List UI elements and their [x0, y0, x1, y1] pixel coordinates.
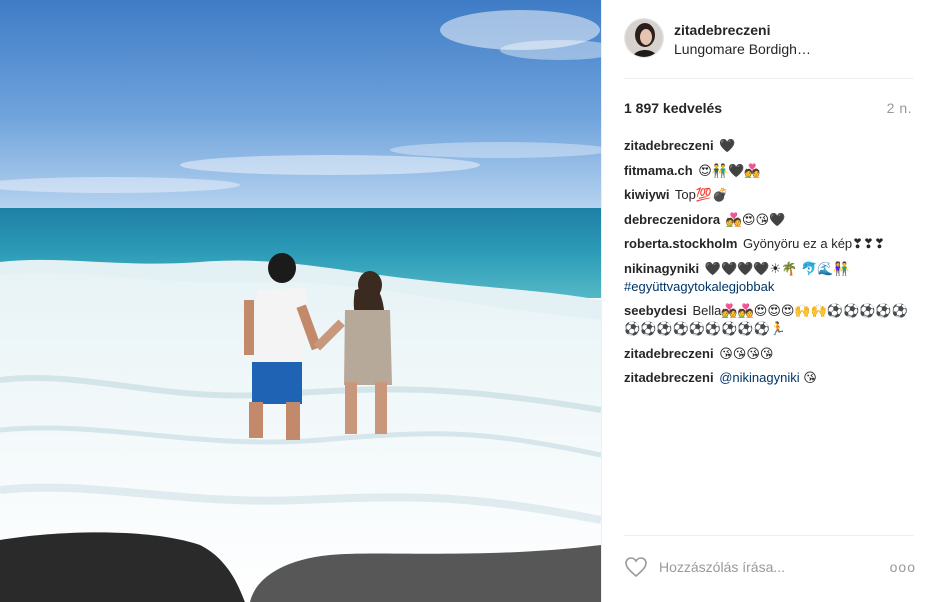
post-time[interactable]: 2 n. — [887, 100, 912, 116]
comment-item: kiwiywi Top💯💣 — [624, 186, 916, 204]
comment-item: seebydesi Bella💑💑😍😍😍🙌🙌⚽⚽⚽⚽⚽⚽⚽⚽⚽⚽⚽⚽⚽⚽🏃 — [624, 302, 916, 338]
comment-text: 😍👬🖤💑 — [698, 162, 761, 178]
comments-list: zitadebreczeni 🖤 fitmama.ch 😍👬🖤💑 kiwiywi… — [624, 137, 916, 394]
comment-footer: ooo — [624, 553, 916, 583]
comment-item: zitadebreczeni @nikinagyniki 😘 — [624, 369, 916, 387]
post-details-panel: zitadebreczeni Lungomare Bordighera 1 89… — [601, 0, 938, 602]
comment-text: 🖤🖤🖤🖤☀🌴 🐬🌊👫 — [704, 260, 850, 276]
comment-author[interactable]: zitadebreczeni — [624, 138, 714, 153]
beach-photo-image — [0, 0, 601, 602]
more-options-icon[interactable]: ooo — [890, 559, 916, 575]
comment-author[interactable]: roberta.stockholm — [624, 236, 737, 251]
avatar[interactable] — [624, 18, 664, 58]
comment-input[interactable] — [659, 557, 869, 577]
post-location[interactable]: Lungomare Bordighera — [674, 41, 814, 57]
footer-divider — [624, 535, 914, 536]
post-photo[interactable] — [0, 0, 601, 602]
comment-item: nikinagyniki 🖤🖤🖤🖤☀🌴 🐬🌊👫 #együttvagytokal… — [624, 260, 916, 296]
comment-text: 🖤 — [719, 138, 736, 153]
heart-outline-icon[interactable] — [624, 555, 648, 579]
comment-item: zitadebreczeni 🖤 — [624, 137, 916, 155]
comment-author[interactable]: fitmama.ch — [624, 163, 693, 178]
comment-text: Gyönyöru ez a kép❣❣❣ — [743, 236, 885, 251]
comment-author[interactable]: zitadebreczeni — [624, 370, 714, 385]
comment-item: roberta.stockholm Gyönyöru ez a kép❣❣❣ — [624, 235, 916, 253]
header-divider — [624, 78, 914, 79]
comment-author[interactable]: seebydesi — [624, 303, 687, 318]
comment-text: 😘 — [803, 370, 817, 385]
post-header: zitadebreczeni Lungomare Bordighera — [624, 18, 914, 60]
mention-link[interactable]: @nikinagyniki — [719, 370, 799, 385]
profile-picture-image — [625, 19, 663, 57]
comment-author[interactable]: zitadebreczeni — [624, 346, 714, 361]
comment-author[interactable]: debreczenidora — [624, 212, 720, 227]
comment-text: 💑😍😘🖤 — [725, 211, 786, 227]
comment-text: 😘😘😘😘 — [719, 345, 774, 361]
likes-count[interactable]: 1 897 kedvelés — [624, 100, 722, 116]
hashtag-link[interactable]: #együttvagytokalegjobbak — [624, 279, 774, 294]
comment-author[interactable]: nikinagyniki — [624, 261, 699, 276]
comment-item: fitmama.ch 😍👬🖤💑 — [624, 162, 916, 180]
comment-text: Top💯💣 — [674, 187, 729, 202]
comment-item: zitadebreczeni 😘😘😘😘 — [624, 345, 916, 363]
post-username[interactable]: zitadebreczeni — [674, 22, 770, 38]
comment-item: debreczenidora 💑😍😘🖤 — [624, 211, 916, 229]
comment-author[interactable]: kiwiywi — [624, 187, 670, 202]
